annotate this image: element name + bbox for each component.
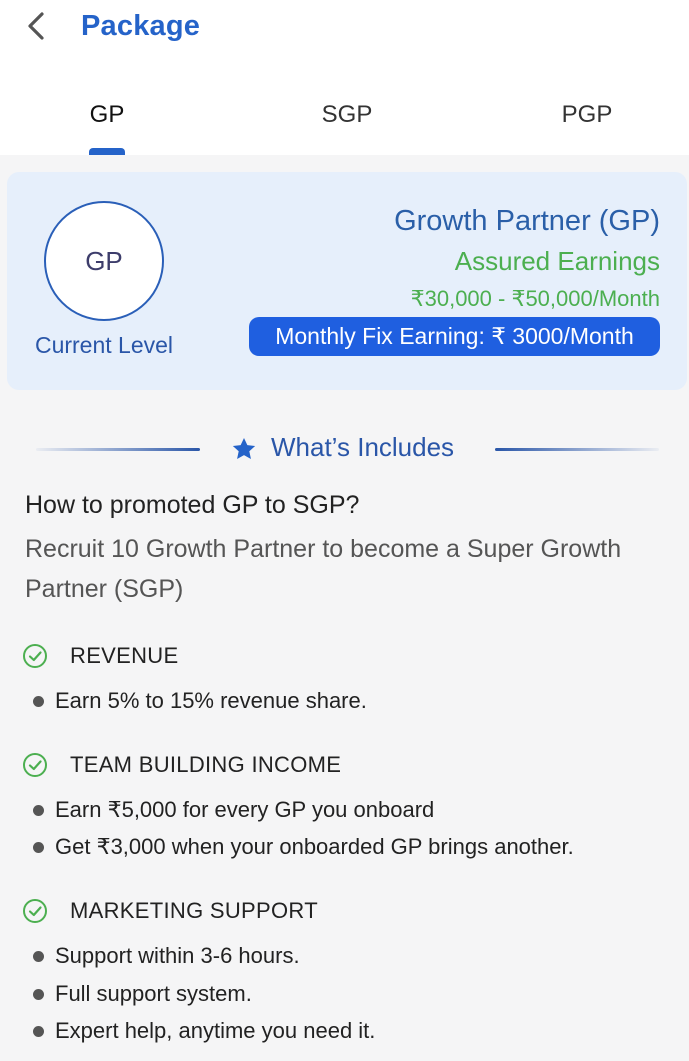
tab-pgp[interactable]: PGP bbox=[472, 98, 689, 155]
section-revenue: REVENUE bbox=[22, 643, 178, 669]
list-item-text: Expert help, anytime you need it. bbox=[55, 1018, 376, 1043]
promotion-answer: Recruit 10 Growth Partner to become a Su… bbox=[25, 535, 622, 603]
list-item: Expert help, anytime you need it. bbox=[33, 1018, 375, 1044]
section-title: REVENUE bbox=[70, 643, 179, 668]
page-title: Package bbox=[81, 10, 201, 42]
check-circle-icon bbox=[23, 753, 47, 777]
list-item-text: Earn ₹5,000 for every GP you onboard bbox=[55, 797, 435, 822]
list-item-text: Get ₹3,000 when your onboarded GP brings… bbox=[55, 834, 574, 859]
list-item: Full support system. bbox=[33, 981, 252, 1007]
list-item: Support within 3-6 hours. bbox=[33, 943, 300, 969]
monthly-fix-text: Monthly Fix Earning: ₹ 3000/Month bbox=[275, 323, 634, 349]
section-title: MARKETING SUPPORT bbox=[70, 898, 318, 923]
section-team-building: TEAM BUILDING INCOME bbox=[22, 752, 341, 778]
tab-label: PGP bbox=[561, 101, 613, 128]
tab-label: SGP bbox=[321, 101, 373, 128]
list-item: Get ₹3,000 when your onboarded GP brings… bbox=[33, 834, 574, 860]
bullet-dot bbox=[33, 695, 44, 707]
list-item: Earn ₹5,000 for every GP you onboard bbox=[33, 797, 434, 823]
list-item-text: Support within 3-6 hours. bbox=[55, 943, 300, 968]
list-item: Earn 5% to 15% revenue share. bbox=[33, 688, 367, 714]
plan-name: Growth Partner (GP) bbox=[394, 205, 660, 237]
tab-gp[interactable]: GP bbox=[0, 98, 222, 155]
tab-sgp[interactable]: SGP bbox=[232, 98, 462, 155]
divider-left bbox=[36, 448, 200, 451]
list-item-text: Full support system. bbox=[55, 981, 252, 1006]
section-title: TEAM BUILDING INCOME bbox=[70, 752, 342, 777]
top-bar: Package GP SGP PGP bbox=[0, 0, 689, 155]
bullet-dot bbox=[33, 1025, 44, 1037]
list-item-text: Earn 5% to 15% revenue share. bbox=[55, 688, 367, 713]
bullet-dot bbox=[33, 950, 44, 962]
tab-label: GP bbox=[89, 101, 125, 128]
section-marketing-support: MARKETING SUPPORT bbox=[22, 898, 318, 924]
bullet-dot bbox=[33, 841, 44, 853]
bullet-dot bbox=[33, 988, 44, 1000]
includes-title: What’s Includes bbox=[271, 432, 455, 462]
active-tab-indicator bbox=[89, 148, 125, 155]
promotion-question: How to promoted GP to SGP? bbox=[25, 491, 360, 519]
back-button[interactable] bbox=[18, 8, 54, 44]
bullet-dot bbox=[33, 804, 44, 816]
star-icon bbox=[232, 437, 256, 459]
check-circle-icon bbox=[23, 644, 47, 668]
monthly-fix-badge: Monthly Fix Earning: ₹ 3000/Month bbox=[249, 317, 660, 356]
earning-range: ₹30,000 - ₹50,000/Month bbox=[410, 286, 660, 311]
check-circle-icon bbox=[23, 899, 47, 923]
level-badge: GP bbox=[44, 201, 164, 321]
divider-right bbox=[495, 448, 659, 451]
assured-earnings-label: Assured Earnings bbox=[454, 246, 660, 276]
current-level-label: Current Level bbox=[34, 332, 174, 358]
chevron-left-icon bbox=[28, 12, 44, 40]
level-badge-text: GP bbox=[85, 245, 123, 276]
